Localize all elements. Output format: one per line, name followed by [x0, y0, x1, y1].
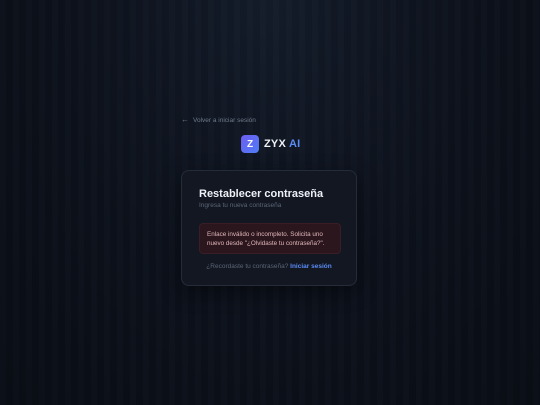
back-link-label: Volver a iniciar sesión: [193, 116, 256, 124]
error-alert-message: Enlace inválido o incompleto. Solicita u…: [207, 231, 325, 247]
login-prompt-text: ¿Recordaste tu contraseña?: [206, 263, 289, 270]
page-title: Restablecer contraseña: [199, 188, 324, 200]
brand-logo: Z ZYX AI: [241, 135, 300, 153]
back-to-login-link[interactable]: ← Volver a iniciar sesión: [181, 116, 256, 124]
login-link[interactable]: Iniciar sesión: [290, 263, 332, 270]
reset-password-card: Restablecer contraseña Ingresa tu nueva …: [181, 170, 357, 286]
login-prompt: ¿Recordaste tu contraseña? Iniciar sesió…: [182, 263, 356, 270]
brand-name: ZYX AI: [264, 138, 301, 150]
brand-accent: AI: [289, 138, 301, 150]
arrow-left-icon: ←: [181, 115, 189, 124]
error-alert: Enlace inválido o incompleto. Solicita u…: [199, 223, 341, 254]
logo-badge-icon: Z: [241, 135, 259, 153]
page-subtitle: Ingresa tu nueva contraseña: [199, 202, 282, 209]
